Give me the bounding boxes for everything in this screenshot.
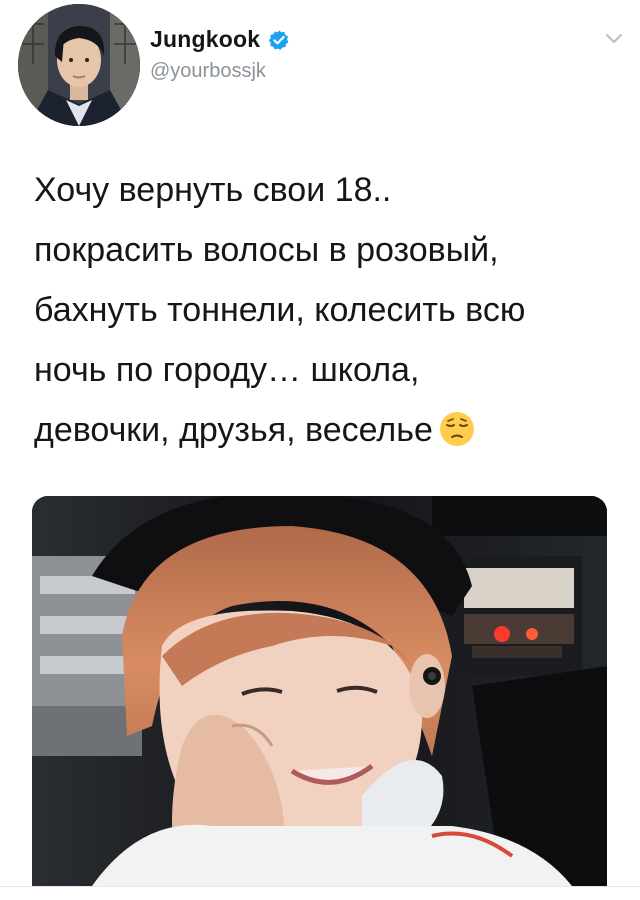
- tweet-text-line: Хочу вернуть свои 18..: [34, 171, 392, 209]
- tweet-text-line: покрасить волосы в розовый,: [34, 231, 499, 269]
- pensive-face-icon: [439, 406, 475, 446]
- tweet-media-photo[interactable]: [32, 496, 607, 886]
- tweet-text: Хочу вернуть свои 18.. покрасить волосы …: [34, 160, 624, 460]
- tweet-text-line: ночь по городу… школа,: [34, 351, 420, 389]
- handle[interactable]: @yourbossjk: [150, 60, 266, 83]
- avatar-photo: [18, 4, 140, 126]
- divider: [0, 886, 640, 887]
- tweet-text-line-last: девочки, друзья, веселье: [34, 400, 624, 460]
- tweet: Jungkook @yourbossjk Хочу вернуть свои 1…: [0, 0, 640, 900]
- author-name-row[interactable]: Jungkook: [150, 26, 290, 53]
- display-name[interactable]: Jungkook: [150, 26, 260, 53]
- media-photo: [32, 496, 607, 886]
- avatar[interactable]: [18, 4, 140, 126]
- chevron-down-icon[interactable]: [602, 26, 626, 50]
- tweet-text-line: девочки, друзья, веселье: [34, 411, 433, 449]
- verified-badge-icon: [268, 29, 290, 51]
- tweet-text-line: бахнуть тоннели, колесить всю: [34, 291, 526, 329]
